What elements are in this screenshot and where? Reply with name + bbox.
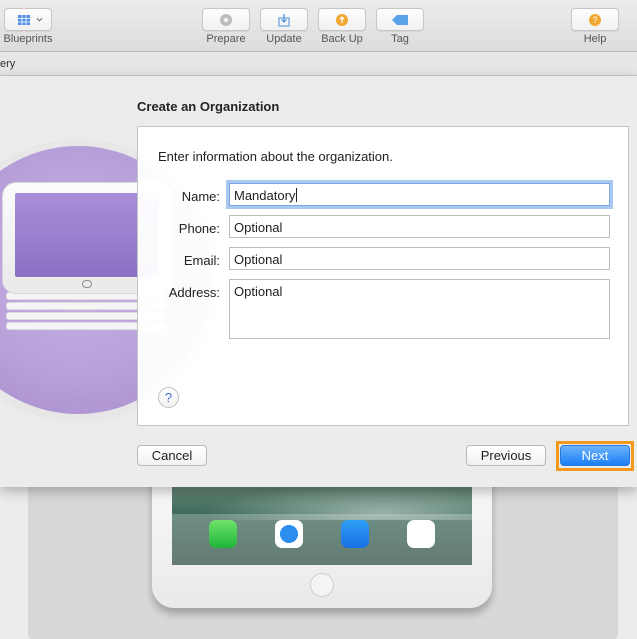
update-label: Update [266,33,302,45]
download-icon [278,13,290,26]
phone-label: Phone: [178,221,220,236]
address-label: Address: [168,285,220,300]
update-button[interactable] [260,8,308,31]
update-toolbar-item[interactable]: Update [258,8,310,45]
sheet-title: Create an Organization [137,99,280,114]
cancel-button[interactable]: Cancel [137,445,207,466]
gear-icon [220,13,232,26]
messages-app [208,520,238,565]
tag-button[interactable] [376,8,424,31]
organization-form: Enter information about the organization… [137,126,629,426]
email-field-placeholder: Optional [234,252,283,267]
text-caret [296,188,298,202]
music-icon [407,520,435,548]
blueprints-toolbar-item[interactable]: Blueprints [2,8,54,45]
name-label: Name: [181,189,220,204]
backup-label: Back Up [321,33,363,45]
ipad-home-button [310,573,334,597]
safari-icon [275,520,303,548]
previous-button[interactable]: Previous [466,445,546,466]
help-button-form[interactable]: ? [158,387,179,408]
svg-text:?: ? [592,15,597,25]
email-label: Email: [183,253,220,268]
help-label: Help [583,33,607,45]
prepare-toolbar-item[interactable]: Prepare [200,8,252,45]
help-button[interactable]: ? [571,8,619,31]
address-field-placeholder: Optional [234,284,283,299]
path-bar: ery [0,52,637,76]
messages-icon [209,520,237,548]
help-toolbar-item[interactable]: ? Help [569,8,621,45]
address-field[interactable]: Optional [229,279,610,339]
backup-icon [336,13,348,26]
form-intro: Enter information about the organization… [158,149,393,164]
tag-label: Tag [391,33,409,45]
grid-icon [17,14,30,25]
tag-icon [392,14,408,25]
prepare-label: Prepare [206,33,246,45]
mail-icon [341,520,369,548]
tag-toolbar-item[interactable]: Tag [374,8,426,45]
ipad-screen [172,480,472,565]
ipad-dock [172,514,472,565]
backup-toolbar-item[interactable]: Back Up [316,8,368,45]
phone-field[interactable]: Optional [229,215,610,238]
toolbar: Blueprints Prepare Update Back Up Tag ? … [0,0,637,52]
path-bar-text: ery [0,58,16,70]
mail-app [340,520,370,565]
create-organization-sheet: Create an Organization Enter information… [0,76,637,487]
next-button-highlight [556,441,634,471]
email-field[interactable]: Optional [229,247,610,270]
blueprints-label: Blueprints [3,33,53,45]
ipad-preview [152,470,492,608]
name-field-value: Mandatory [234,188,296,203]
tablet-home-button [82,280,92,288]
chevron-down-icon [36,17,42,22]
music-app [406,520,436,565]
help-icon: ? [589,13,601,26]
backup-button[interactable] [318,8,366,31]
prepare-button[interactable] [202,8,250,31]
phone-field-placeholder: Optional [234,220,283,235]
blueprints-button[interactable] [4,8,52,31]
safari-app [274,520,304,565]
name-field[interactable]: Mandatory [229,183,610,206]
